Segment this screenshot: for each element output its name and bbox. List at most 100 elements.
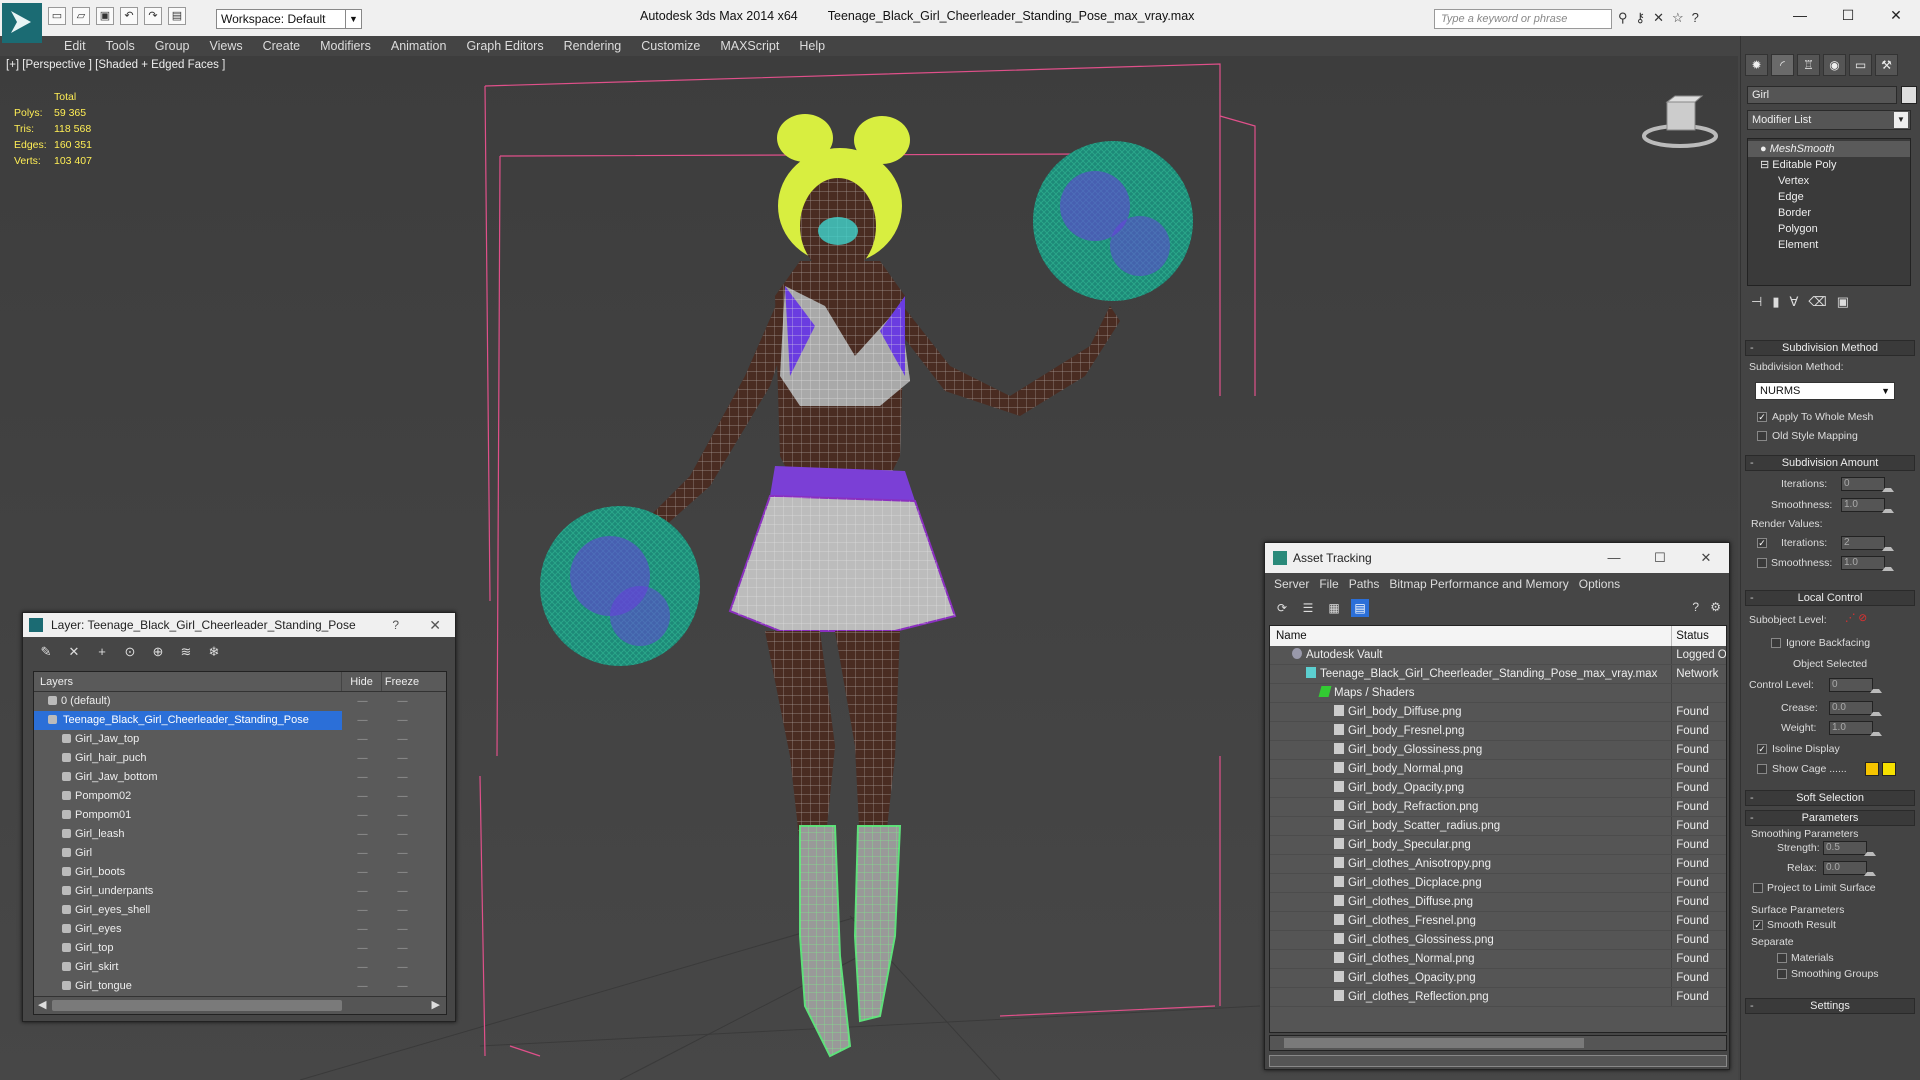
asset-row[interactable]: Girl_clothes_Diffuse.png Found [1270,893,1726,912]
modifier-list-dropdown[interactable]: Modifier List ▼ [1747,110,1911,130]
close-button[interactable]: ✕ [1683,543,1729,573]
highlight-layer-icon[interactable]: ⊕ [149,644,167,660]
save-icon[interactable]: ▣ [96,7,114,25]
viewcube-icon[interactable] [1640,94,1720,154]
stack-sub-vertex[interactable]: Vertex [1748,173,1910,189]
hide-all-icon[interactable]: ≋ [177,644,195,660]
project-limit-checkbox[interactable] [1753,883,1763,893]
refresh-icon[interactable]: ⟳ [1273,599,1291,617]
weight-spinner[interactable]: 1.0 [1829,721,1882,736]
layer-freeze-toggle[interactable]: ----- [382,977,422,996]
undo-icon[interactable]: ↶ [120,7,138,25]
layer-hide-toggle[interactable]: ----- [342,806,382,825]
smoothing-groups-checkbox[interactable] [1777,969,1787,979]
layer-hide-toggle[interactable]: ----- [342,749,382,768]
layer-hide-toggle[interactable]: ----- [342,901,382,920]
layer-freeze-toggle[interactable]: ----- [382,901,422,920]
menu-help[interactable]: Help [789,36,835,56]
layer-hide-toggle[interactable]: ----- [342,711,382,730]
layer-freeze-toggle[interactable]: ----- [382,825,422,844]
menu-modifiers[interactable]: Modifiers [310,36,381,56]
freeze-all-icon[interactable]: ❄ [205,644,223,660]
asset-row[interactable]: Maps / Shaders [1270,684,1726,703]
layer-hide-toggle[interactable]: ----- [342,768,382,787]
layer-freeze-toggle[interactable]: ----- [382,882,422,901]
menu-bitmap-performance[interactable]: Bitmap Performance and Memory [1384,573,1573,595]
isoline-display-checkbox[interactable]: ✓ [1757,744,1767,754]
strength-spinner[interactable]: 0.5 [1823,841,1876,856]
rollout-settings[interactable]: Settings [1745,998,1915,1014]
key-icon[interactable]: ⚷ [1636,10,1646,26]
layer-row[interactable]: Girl_Jaw_top ----- ----- [34,730,446,749]
app-logo-icon[interactable] [2,3,42,43]
layer-freeze-toggle[interactable]: ----- [382,920,422,939]
layer-hide-toggle[interactable]: ----- [342,939,382,958]
layer-freeze-toggle[interactable]: ----- [382,692,422,711]
menu-customize[interactable]: Customize [631,36,710,56]
subdivision-method-select[interactable]: NURMS ▼ [1755,382,1895,400]
rollout-parameters[interactable]: Parameters [1745,810,1915,826]
help-icon[interactable]: ? [1692,600,1699,614]
asset-row[interactable]: Girl_body_Glossiness.png Found [1270,741,1726,760]
list-view-icon[interactable]: ☰ [1299,599,1317,617]
asset-row[interactable]: Girl_body_Opacity.png Found [1270,779,1726,798]
rollout-subdivision-method[interactable]: Subdivision Method [1745,340,1915,356]
motion-tab-icon[interactable]: ◉ [1823,54,1846,76]
asset-tracking-titlebar[interactable]: Asset Tracking — ☐ ✕ [1265,543,1729,573]
layer-hide-toggle[interactable]: ----- [342,844,382,863]
smooth-result-checkbox[interactable]: ✓ [1753,920,1763,930]
layer-hide-toggle[interactable]: ----- [342,920,382,939]
control-level-spinner[interactable]: 0 [1829,678,1882,693]
help-icon[interactable]: ? [1692,10,1699,26]
asset-row[interactable]: Girl_body_Scatter_radius.png Found [1270,817,1726,836]
minimize-button[interactable]: — [1591,543,1637,573]
viewport-label[interactable]: [+] [Perspective ] [Shaded + Edged Faces… [6,59,225,71]
asset-horizontal-scrollbar[interactable] [1269,1035,1727,1051]
materials-checkbox[interactable] [1777,953,1787,963]
menu-options[interactable]: Options [1574,573,1625,595]
utilities-tab-icon[interactable]: ⚒ [1875,54,1898,76]
layer-row[interactable]: Girl_top ----- ----- [34,939,446,958]
scroll-thumb[interactable] [1284,1038,1584,1048]
layer-freeze-toggle[interactable]: ----- [382,939,422,958]
scroll-right-icon[interactable]: ▶ [432,998,440,1011]
layer-row[interactable]: Teenage_Black_Girl_Cheerleader_Standing_… [34,711,446,730]
workspace-dropdown[interactable]: Workspace: Default ▼ [216,9,362,29]
rollout-local-control[interactable]: Local Control [1745,590,1915,606]
col-hide[interactable]: Hide [342,672,382,691]
thumbnail-view-icon[interactable]: ▦ [1325,599,1343,617]
layer-freeze-toggle[interactable]: ----- [382,768,422,787]
stack-sub-polygon[interactable]: Polygon [1748,221,1910,237]
ignore-backfacing-checkbox[interactable] [1771,638,1781,648]
layer-hide-toggle[interactable]: ----- [342,787,382,806]
show-end-result-icon[interactable]: ▮ [1772,294,1779,310]
asset-row[interactable]: Girl_clothes_Dicplace.png Found [1270,874,1726,893]
star-icon[interactable]: ☆ [1672,10,1684,26]
lightbulb-icon[interactable]: ● [1760,143,1770,155]
layer-row[interactable]: 0 (default) ----- ----- [34,692,446,711]
asset-row[interactable]: Girl_body_Normal.png Found [1270,760,1726,779]
asset-row[interactable]: Autodesk Vault Logged O [1270,646,1726,665]
layer-row[interactable]: Girl_underpants ----- ----- [34,882,446,901]
layer-manager-titlebar[interactable]: Layer: Teenage_Black_Girl_Cheerleader_St… [23,613,455,637]
redo-icon[interactable]: ↷ [144,7,162,25]
make-unique-icon[interactable]: ∀ [1789,294,1798,310]
relax-spinner[interactable]: 0.0 [1823,861,1876,876]
cage-color-swatch-2[interactable] [1882,762,1896,776]
asset-row[interactable]: Girl_body_Fresnel.png Found [1270,722,1726,741]
binoculars-icon[interactable]: ⚲ [1618,10,1628,26]
maximize-button[interactable]: ☐ [1637,543,1683,573]
layer-freeze-toggle[interactable]: ----- [382,787,422,806]
stack-item-meshsmooth[interactable]: ● MeshSmooth [1748,141,1910,157]
configure-sets-icon[interactable]: ▣ [1837,294,1849,310]
layer-row[interactable]: Girl_hair_puch ----- ----- [34,749,446,768]
subobject-vertex-icon[interactable]: ⋰ ⊘ [1845,612,1867,624]
layer-row[interactable]: Girl_eyes_shell ----- ----- [34,901,446,920]
layer-freeze-toggle[interactable]: ----- [382,711,422,730]
col-name[interactable]: Name [1270,626,1673,646]
asset-row[interactable]: Girl_clothes_Opacity.png Found [1270,969,1726,988]
scroll-thumb[interactable] [52,1000,342,1011]
layer-row[interactable]: Girl_boots ----- ----- [34,863,446,882]
maximize-button[interactable]: ☐ [1824,0,1872,30]
rollout-subdivision-amount[interactable]: Subdivision Amount [1745,455,1915,471]
